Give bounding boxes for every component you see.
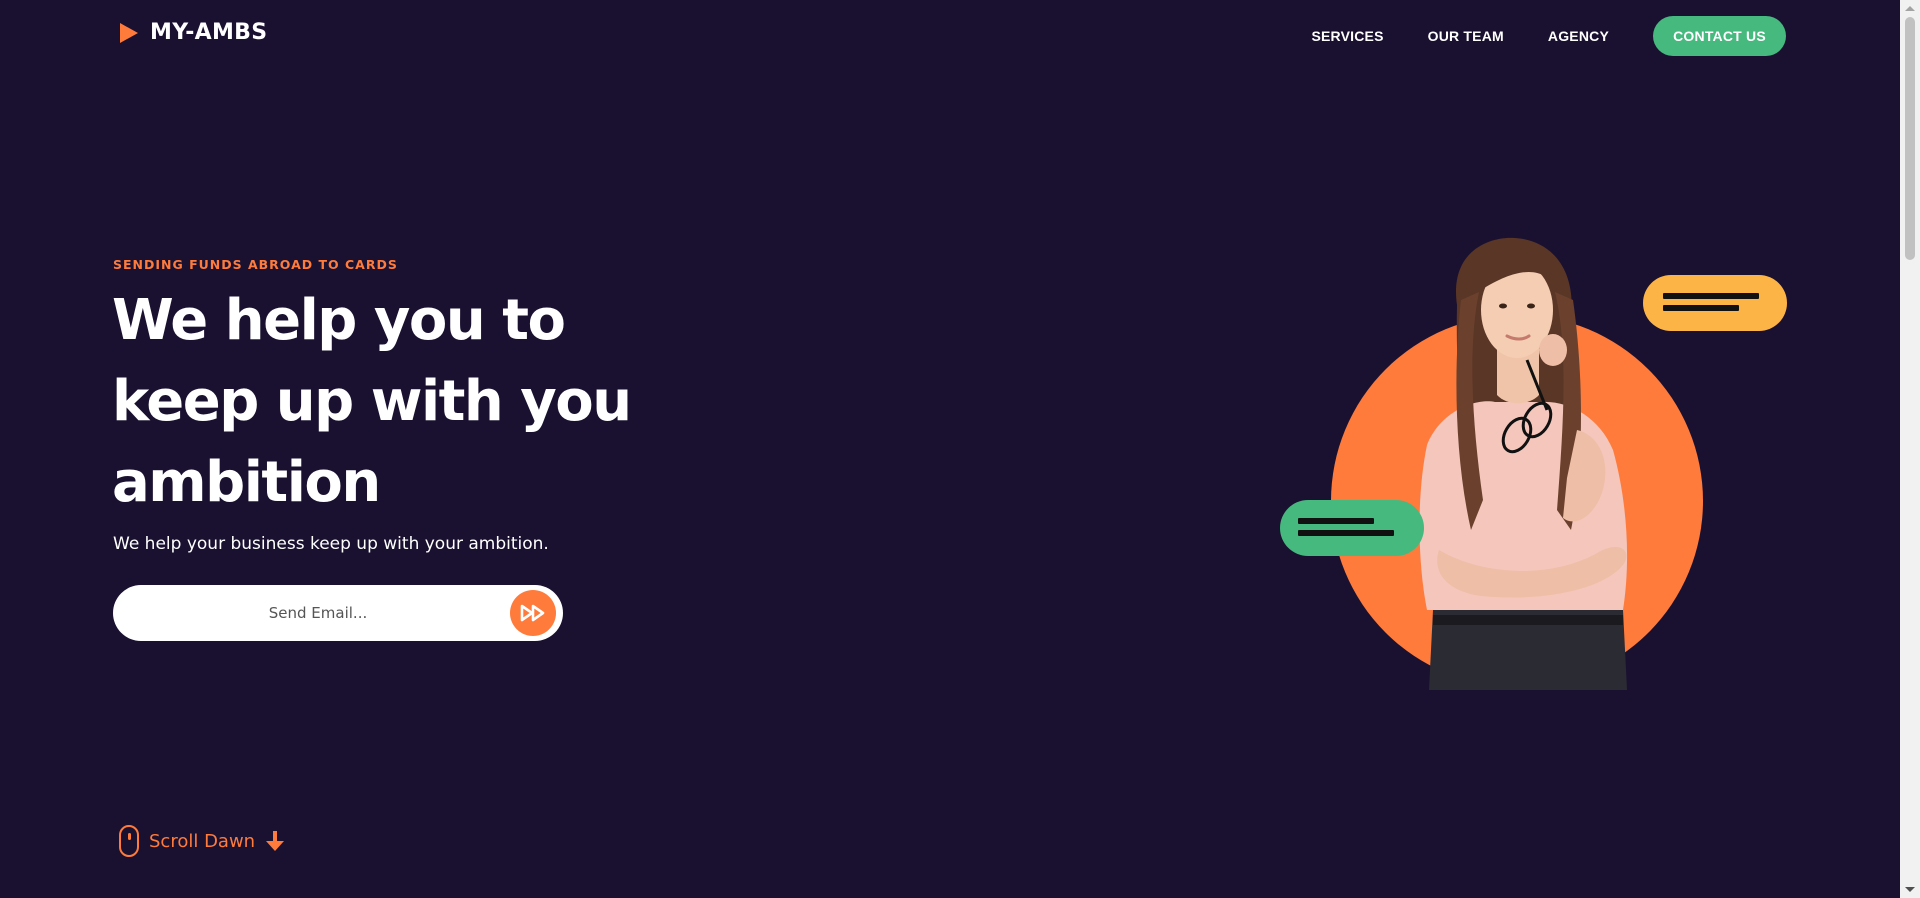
hero-headline: We help you to keep up with you ambition — [112, 280, 752, 523]
chat-bubble-green — [1280, 500, 1424, 556]
hero-headline-line-2: keep up with you — [112, 369, 632, 434]
fast-forward-icon — [520, 604, 545, 622]
scroll-up-arrow-icon[interactable] — [1905, 6, 1915, 11]
email-form — [113, 585, 563, 641]
email-input[interactable] — [113, 585, 503, 641]
nav-link-agency[interactable]: AGENCY — [1548, 28, 1609, 44]
main-nav: SERVICES OUR TEAM AGENCY CONTACT US — [1311, 16, 1786, 56]
chat-line — [1663, 293, 1759, 299]
hero-headline-line-1: We help you to — [112, 288, 566, 353]
mouse-icon — [119, 825, 139, 857]
nav-link-our-team[interactable]: OUR TEAM — [1428, 28, 1504, 44]
chat-line — [1298, 530, 1394, 536]
hero-headline-line-3: ambition — [112, 450, 381, 515]
site-header: MY-AMBS SERVICES OUR TEAM AGENCY CONTACT… — [0, 0, 1900, 72]
nav-link-services[interactable]: SERVICES — [1311, 28, 1383, 44]
send-email-button[interactable] — [510, 590, 556, 636]
hero-illustration — [1260, 230, 1800, 690]
contact-us-button[interactable]: CONTACT US — [1653, 16, 1786, 56]
scrollbar-thumb[interactable] — [1905, 17, 1915, 260]
hero-eyebrow: SENDING FUNDS ABROAD TO CARDS — [113, 257, 398, 272]
chat-line — [1298, 518, 1374, 524]
logo[interactable]: MY-AMBS — [120, 20, 267, 45]
page-scrollbar[interactable] — [1900, 0, 1920, 898]
scroll-down-label: Scroll Dawn — [149, 830, 256, 852]
scroll-down-arrow-icon[interactable] — [1905, 887, 1915, 892]
logo-text: MY-AMBS — [150, 20, 268, 45]
arrow-down-icon — [266, 831, 285, 851]
play-triangle-icon — [120, 22, 138, 43]
chat-line — [1663, 305, 1739, 311]
chat-bubble-yellow — [1643, 275, 1787, 331]
hero-subtitle: We help your business keep up with your … — [113, 534, 549, 554]
scroll-down-link[interactable]: Scroll Dawn — [119, 825, 285, 857]
